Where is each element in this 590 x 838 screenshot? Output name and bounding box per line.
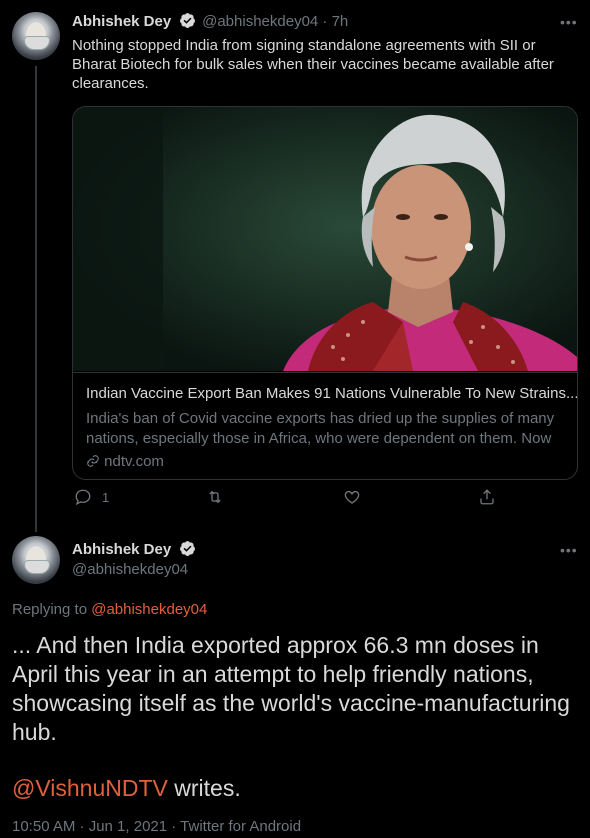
share-button[interactable] (478, 488, 496, 506)
handle[interactable]: @abhishekdey04 (72, 561, 188, 578)
like-button[interactable] (343, 488, 361, 506)
tweet-timestamp[interactable]: 10:50 AM · Jun 1, 2021 · Twitter for And… (12, 818, 301, 835)
card-meta[interactable]: Indian Vaccine Export Ban Makes 91 Natio… (73, 372, 577, 479)
reply-count: 1 (102, 489, 110, 505)
replying-to-handle[interactable]: @abhishekdey04 (91, 601, 207, 618)
card-image[interactable] (73, 107, 577, 371)
display-name[interactable]: Abhishek Dey (72, 541, 171, 558)
avatar-mask (24, 36, 50, 50)
card-image-portrait (73, 107, 577, 371)
card-domain[interactable]: ndtv.com (86, 453, 164, 470)
replying-to-label: Replying to (12, 601, 88, 618)
avatar-mask (24, 560, 50, 574)
tweet1-header: Abhishek Dey @abhishekdey04 · 7h (72, 12, 348, 31)
link-card[interactable]: Indian Vaccine Export Ban Makes 91 Natio… (72, 106, 578, 480)
share-icon (480, 489, 494, 505)
display-name[interactable]: Abhishek Dey (72, 13, 171, 30)
reply-button[interactable]: 1 (74, 488, 109, 506)
more-icon[interactable]: ••• (560, 14, 578, 30)
retweet-button[interactable] (206, 488, 224, 506)
mention-link[interactable]: @VishnuNDTV (12, 775, 168, 801)
mention-suffix: writes. (167, 775, 241, 801)
tweet1-text: Nothing stopped India from signing stand… (72, 37, 554, 92)
avatar[interactable] (12, 536, 60, 584)
retweet-icon (209, 490, 221, 504)
replying-to: Replying to @abhishekdey04 (12, 601, 207, 618)
thread-connector-line (35, 66, 37, 532)
handle-and-time[interactable]: @abhishekdey04 · 7h (202, 13, 348, 30)
tweet2-text: ... And then India exported approx 66.3 … (12, 632, 570, 745)
card-domain-text: ndtv.com (104, 453, 164, 470)
verified-badge-icon (179, 540, 196, 557)
reply-icon (75, 489, 91, 506)
tweet2-name-row: Abhishek Dey (72, 540, 196, 559)
link-icon (87, 455, 99, 467)
verified-badge-icon (179, 12, 196, 29)
more-icon[interactable]: ••• (560, 542, 578, 558)
card-title[interactable]: Indian Vaccine Export Ban Makes 91 Natio… (86, 385, 577, 402)
tweet2-mention-line: @VishnuNDTV writes. (12, 774, 241, 803)
like-icon (344, 490, 360, 504)
tweet1-actions: 1 (72, 488, 576, 518)
avatar[interactable] (12, 12, 60, 60)
